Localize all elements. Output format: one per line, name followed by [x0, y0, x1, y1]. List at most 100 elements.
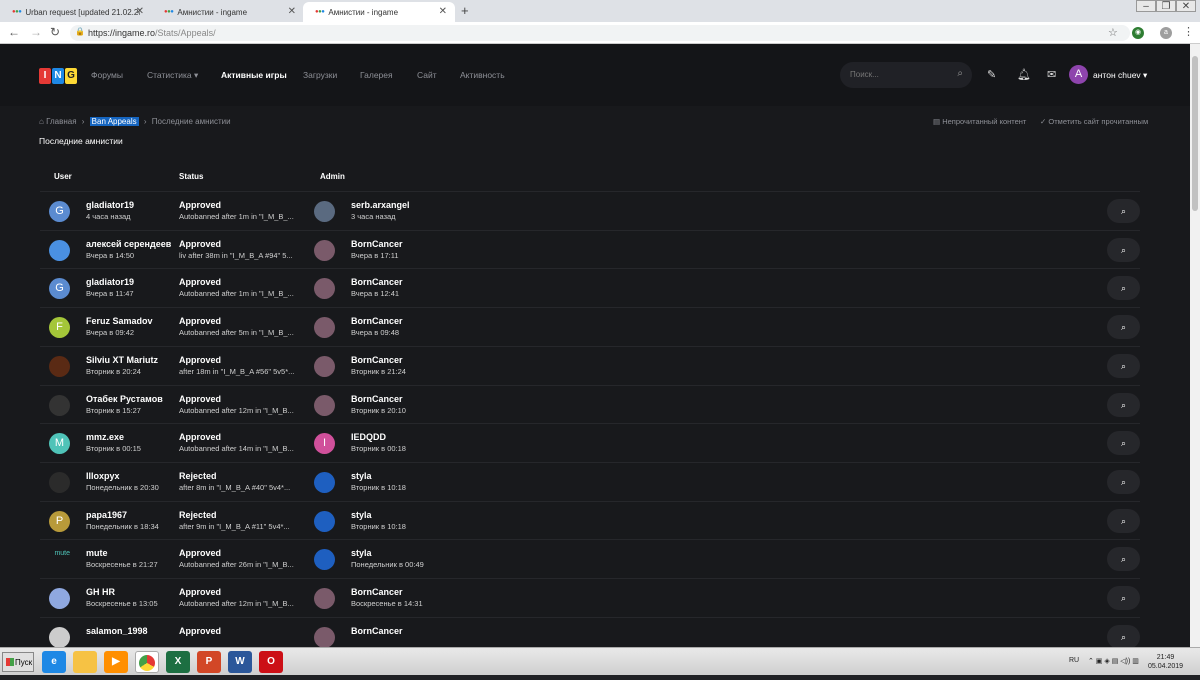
browser-tab-1[interactable]: ●●● Urban request [updated 21.02.2019 ✕	[0, 2, 152, 22]
user-name[interactable]: gladiator19	[86, 277, 134, 287]
search-input[interactable]: Поиск... ⌕	[840, 62, 972, 88]
admin-name[interactable]: styla	[351, 548, 372, 558]
extension-icon[interactable]: ◉	[1132, 27, 1144, 39]
pencil-icon[interactable]: ✎	[987, 68, 996, 81]
back-arrow-icon[interactable]: ←	[8, 25, 20, 39]
url-field[interactable]: 🔒 https://ingame.ro/Stats/Appeals/	[70, 25, 1130, 41]
ie-icon[interactable]: e	[42, 651, 66, 673]
close-tab-icon[interactable]: ✕	[288, 6, 296, 17]
profile-icon[interactable]: a	[1160, 27, 1172, 39]
admin-avatar[interactable]	[314, 549, 335, 571]
user-name[interactable]: mmz.exe	[86, 432, 124, 442]
explorer-folder-icon[interactable]	[73, 651, 97, 673]
view-appeal-button[interactable]: ⌕	[1107, 431, 1140, 456]
admin-name[interactable]: BornCancer	[351, 239, 403, 249]
reload-icon[interactable]: ↻	[50, 25, 60, 39]
mark-read-link[interactable]: ✓ Отметить сайт прочитанным	[1040, 117, 1148, 126]
nav-stats[interactable]: Статистика ▾	[147, 70, 198, 81]
user-name[interactable]: gladiator19	[86, 200, 134, 210]
view-appeal-button[interactable]: ⌕	[1107, 237, 1140, 262]
admin-avatar[interactable]	[314, 471, 335, 493]
admin-avatar[interactable]	[314, 394, 335, 416]
user-avatar[interactable]: G	[49, 201, 70, 222]
close-window-button[interactable]: ✕	[1176, 0, 1196, 12]
user-avatar[interactable]	[49, 471, 70, 493]
user-avatar[interactable]	[49, 239, 70, 261]
view-appeal-button[interactable]: ⌕	[1107, 353, 1140, 378]
nav-downloads[interactable]: Загрузки	[303, 70, 337, 80]
language-indicator[interactable]: RU	[1069, 657, 1079, 664]
user-name[interactable]: Feruz Samadov	[86, 316, 153, 326]
user-name[interactable]: Silviu XT Mariutz	[86, 355, 158, 365]
nav-forums[interactable]: Форумы	[91, 70, 123, 80]
scrollbar-thumb[interactable]	[1192, 56, 1198, 211]
admin-avatar[interactable]	[314, 626, 335, 647]
admin-avatar[interactable]: I	[314, 433, 335, 455]
admin-name[interactable]: BornCancer	[351, 316, 403, 326]
new-tab-button[interactable]: +	[461, 3, 469, 18]
admin-avatar[interactable]	[314, 510, 335, 532]
forward-arrow-icon[interactable]: →	[30, 25, 42, 39]
user-avatar[interactable]	[49, 355, 70, 377]
user-avatar[interactable]: P	[49, 510, 70, 532]
user-avatar[interactable]: A	[1069, 65, 1088, 84]
browser-menu-icon[interactable]: ⋮	[1183, 25, 1194, 38]
user-avatar[interactable]: F	[49, 317, 70, 339]
nav-activity[interactable]: Активность	[460, 70, 505, 80]
admin-name[interactable]: styla	[351, 510, 372, 520]
search-icon[interactable]: ⌕	[957, 68, 963, 79]
start-button[interactable]: Пуск	[2, 652, 34, 672]
chrome-icon[interactable]	[135, 651, 159, 673]
close-tab-icon[interactable]: ✕	[136, 6, 144, 17]
user-avatar[interactable]: mute	[49, 549, 70, 571]
minimize-button[interactable]: –	[1136, 0, 1156, 12]
user-avatar[interactable]	[49, 394, 70, 416]
word-icon[interactable]: W	[228, 651, 252, 673]
admin-avatar[interactable]	[314, 355, 335, 377]
user-name[interactable]: GH HR	[86, 587, 115, 597]
bell-icon[interactable]: 🔔︎	[1017, 68, 1031, 81]
opera-icon[interactable]: O	[259, 651, 283, 673]
user-name[interactable]: papa1967	[86, 510, 127, 520]
view-appeal-button[interactable]: ⌕	[1107, 276, 1140, 301]
admin-name[interactable]: BornCancer	[351, 277, 403, 287]
bookmark-star-icon[interactable]: ☆	[1108, 26, 1118, 39]
site-logo[interactable]: I N G	[39, 68, 77, 84]
nav-site[interactable]: Сайт	[417, 70, 437, 80]
view-appeal-button[interactable]: ⌕	[1107, 508, 1140, 533]
admin-name[interactable]: serb.arxangel	[351, 200, 410, 210]
view-appeal-button[interactable]: ⌕	[1107, 315, 1140, 340]
user-avatar[interactable]	[49, 626, 70, 647]
tray-icons[interactable]: ⌃ ▣ ◈ ▤ ◁)) ▥	[1088, 657, 1139, 665]
admin-name[interactable]: BornCancer	[351, 394, 403, 404]
browser-tab-2[interactable]: ●●● Амнистии - ingame ✕	[152, 2, 304, 22]
admin-avatar[interactable]	[314, 588, 335, 609]
user-avatar[interactable]: M	[49, 433, 70, 455]
browser-tab-3[interactable]: ●●● Амнистии - ingame ✕	[303, 2, 455, 22]
user-name[interactable]: алексей серендеев	[86, 239, 171, 249]
admin-avatar[interactable]	[314, 278, 335, 300]
admin-avatar[interactable]	[314, 317, 335, 339]
admin-avatar[interactable]	[314, 239, 335, 261]
view-appeal-button[interactable]: ⌕	[1107, 586, 1140, 610]
breadcrumb-home[interactable]: Главная	[46, 117, 76, 126]
breadcrumb-ban-appeals[interactable]: Ban Appeals	[89, 117, 139, 126]
admin-name[interactable]: styla	[351, 471, 372, 481]
excel-icon[interactable]: X	[166, 651, 190, 673]
view-appeal-button[interactable]: ⌕	[1107, 547, 1140, 572]
powerpoint-icon[interactable]: P	[197, 651, 221, 673]
view-appeal-button[interactable]: ⌕	[1107, 469, 1140, 494]
view-appeal-button[interactable]: ⌕	[1107, 199, 1140, 223]
user-avatar[interactable]	[49, 588, 70, 609]
nav-active-games[interactable]: Активные игры	[221, 70, 287, 80]
maximize-button[interactable]: ❐	[1156, 0, 1176, 12]
view-appeal-button[interactable]: ⌕	[1107, 392, 1140, 417]
nav-gallery[interactable]: Галерея	[360, 70, 393, 80]
user-menu[interactable]: антон chuev ▾	[1093, 70, 1147, 81]
envelope-icon[interactable]: ✉	[1047, 68, 1056, 81]
user-name[interactable]: mute	[86, 548, 108, 558]
admin-avatar[interactable]	[314, 201, 335, 222]
media-player-icon[interactable]: ▶	[104, 651, 128, 673]
user-name[interactable]: Illoxpyx	[86, 471, 120, 481]
close-tab-icon[interactable]: ✕	[439, 6, 447, 17]
